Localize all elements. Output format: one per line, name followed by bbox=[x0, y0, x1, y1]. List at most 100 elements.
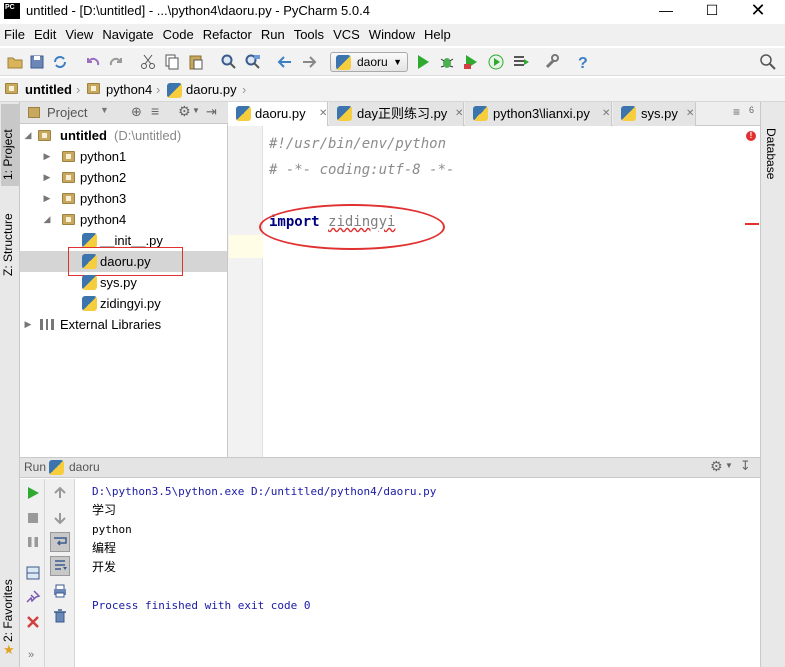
back-icon[interactable] bbox=[276, 53, 294, 71]
maximize-button[interactable]: ☐ bbox=[689, 0, 735, 22]
copy-icon[interactable] bbox=[163, 53, 181, 71]
error-indicator-icon[interactable]: ! bbox=[746, 131, 756, 141]
close-button[interactable]: ✕ bbox=[735, 0, 781, 22]
redo-icon[interactable] bbox=[107, 53, 125, 71]
close-icon[interactable]: ✕ bbox=[686, 102, 694, 126]
project-tool-tab[interactable]: 1: Project bbox=[1, 104, 19, 186]
breadcrumb-python4[interactable]: python4 bbox=[106, 81, 152, 99]
collapsed-arrow-icon[interactable]: ▶ bbox=[42, 167, 52, 188]
debug-icon[interactable] bbox=[438, 53, 456, 71]
settings-wrench-icon[interactable] bbox=[543, 53, 561, 71]
gear-icon[interactable]: ⚙ bbox=[178, 103, 191, 120]
tree-folder-python2[interactable]: ▶ python2 bbox=[20, 167, 227, 188]
console-output[interactable]: D:\python3.5\python.exe D:/untitled/pyth… bbox=[92, 482, 752, 667]
hide-panel-icon[interactable]: ↧ bbox=[740, 458, 751, 474]
pin-icon[interactable] bbox=[25, 589, 41, 605]
menu-tools[interactable]: Tools bbox=[290, 24, 329, 46]
profile-icon[interactable] bbox=[487, 53, 505, 71]
help-icon[interactable]: ? bbox=[574, 53, 592, 72]
run-icon[interactable] bbox=[414, 53, 432, 71]
arrow-down-icon[interactable] bbox=[52, 510, 68, 526]
minimize-button[interactable]: — bbox=[643, 0, 689, 22]
title-bar: PC untitled - [D:\untitled] - ...\python… bbox=[0, 0, 785, 22]
collapse-all-icon[interactable]: ≡ bbox=[151, 103, 159, 119]
chevron-down-icon[interactable]: ▼ bbox=[725, 461, 733, 470]
hide-panel-icon[interactable]: ⇥ bbox=[206, 104, 217, 120]
close-icon[interactable] bbox=[25, 614, 41, 630]
menu-window[interactable]: Window bbox=[365, 24, 420, 46]
tab-overflow-icon[interactable]: ≡ bbox=[733, 105, 740, 119]
expanded-arrow-icon[interactable]: ◢ bbox=[23, 125, 33, 146]
tree-folder-python3[interactable]: ▶ python3 bbox=[20, 188, 227, 209]
forward-icon[interactable] bbox=[300, 53, 318, 71]
save-icon[interactable] bbox=[28, 53, 46, 71]
tree-root-untitled[interactable]: ◢ untitled (D:\untitled) bbox=[20, 125, 227, 146]
breadcrumb-untitled[interactable]: untitled bbox=[25, 81, 72, 99]
close-icon[interactable]: ✕ bbox=[602, 102, 610, 126]
structure-tool-tab[interactable]: Z: Structure bbox=[1, 194, 15, 284]
project-view-label[interactable]: Project bbox=[47, 105, 87, 120]
collapsed-arrow-icon[interactable]: ▶ bbox=[23, 314, 33, 335]
concurrency-icon[interactable] bbox=[512, 53, 530, 71]
menu-vcs[interactable]: VCS bbox=[329, 24, 365, 46]
restore-layout-icon[interactable] bbox=[25, 565, 41, 581]
tree-folder-python1[interactable]: ▶ python1 bbox=[20, 146, 227, 167]
menu-navigate[interactable]: Navigate bbox=[98, 24, 158, 46]
clear-all-icon[interactable] bbox=[52, 608, 68, 624]
run-configuration-select[interactable]: daoru ▼ bbox=[330, 52, 408, 72]
undo-icon[interactable] bbox=[84, 53, 102, 71]
code-editor[interactable]: #!/usr/bin/env/python # -*- coding:utf-8… bbox=[259, 126, 760, 457]
tree-folder-python4[interactable]: ◢ python4 bbox=[20, 209, 227, 230]
breadcrumb-daoru[interactable]: daoru.py bbox=[186, 81, 237, 99]
replace-icon[interactable] bbox=[244, 53, 262, 71]
close-icon[interactable]: ✕ bbox=[319, 102, 327, 126]
menu-view[interactable]: View bbox=[61, 24, 98, 46]
gear-icon[interactable]: ⚙ bbox=[710, 458, 723, 475]
sync-icon[interactable] bbox=[51, 53, 69, 71]
python-file-icon bbox=[49, 460, 64, 475]
tree-file-sys[interactable]: sys.py bbox=[20, 272, 227, 293]
tree-file-zidingyi[interactable]: zidingyi.py bbox=[20, 293, 227, 314]
open-folder-icon[interactable] bbox=[6, 53, 24, 71]
menu-run[interactable]: Run bbox=[257, 24, 290, 46]
tab-daoru[interactable]: daoru.py ✕ bbox=[228, 102, 328, 126]
menu-edit[interactable]: Edit bbox=[30, 24, 61, 46]
folder-icon bbox=[62, 151, 75, 162]
window-title: untitled - [D:\untitled] - ...\python4\d… bbox=[26, 3, 370, 18]
menu-help[interactable]: Help bbox=[420, 24, 456, 46]
more-icon[interactable]: » bbox=[28, 649, 34, 661]
collapsed-arrow-icon[interactable]: ▶ bbox=[42, 188, 52, 209]
menu-code[interactable]: Code bbox=[159, 24, 199, 46]
rerun-icon[interactable] bbox=[25, 485, 41, 501]
expanded-arrow-icon[interactable]: ◢ bbox=[42, 209, 52, 230]
arrow-up-icon[interactable] bbox=[52, 485, 68, 501]
cut-icon[interactable] bbox=[139, 53, 157, 71]
soft-wrap-toggle-icon[interactable] bbox=[50, 532, 70, 552]
print-icon[interactable] bbox=[52, 583, 68, 599]
close-icon[interactable]: ✕ bbox=[455, 102, 463, 126]
menu-refactor[interactable]: Refactor bbox=[199, 24, 257, 46]
find-icon[interactable] bbox=[220, 53, 238, 71]
tab-sys[interactable]: sys.py ✕ bbox=[613, 102, 696, 126]
stop-icon[interactable] bbox=[25, 510, 41, 526]
collapsed-arrow-icon[interactable]: ▶ bbox=[42, 146, 52, 167]
paste-icon[interactable] bbox=[187, 53, 205, 71]
error-stripe-mark[interactable] bbox=[745, 223, 759, 225]
tab-day-regex[interactable]: day正则练习.py ✕ bbox=[329, 102, 464, 126]
run-config-name[interactable]: daoru bbox=[69, 460, 100, 474]
pause-icon[interactable] bbox=[25, 534, 41, 550]
search-everywhere-icon[interactable] bbox=[759, 53, 777, 71]
console-output-line: python bbox=[92, 523, 132, 536]
coverage-icon[interactable] bbox=[462, 53, 480, 71]
tab-lianxi[interactable]: python3\lianxi.py ✕ bbox=[465, 102, 612, 126]
scroll-to-end-toggle-icon[interactable] bbox=[50, 556, 70, 576]
favorites-tool-tab[interactable]: 2: Favorites bbox=[1, 562, 15, 642]
tree-external-libraries[interactable]: ▶ External Libraries bbox=[20, 314, 227, 335]
database-tool-tab[interactable]: Database bbox=[764, 128, 778, 179]
chevron-down-icon[interactable]: ▼ bbox=[100, 105, 109, 115]
tab-label: daoru.py bbox=[255, 106, 306, 121]
chevron-down-icon[interactable]: ▼ bbox=[192, 106, 200, 115]
python-file-icon bbox=[337, 106, 352, 121]
scroll-from-source-icon[interactable]: ⊕ bbox=[131, 104, 142, 120]
menu-file[interactable]: File bbox=[0, 24, 30, 46]
